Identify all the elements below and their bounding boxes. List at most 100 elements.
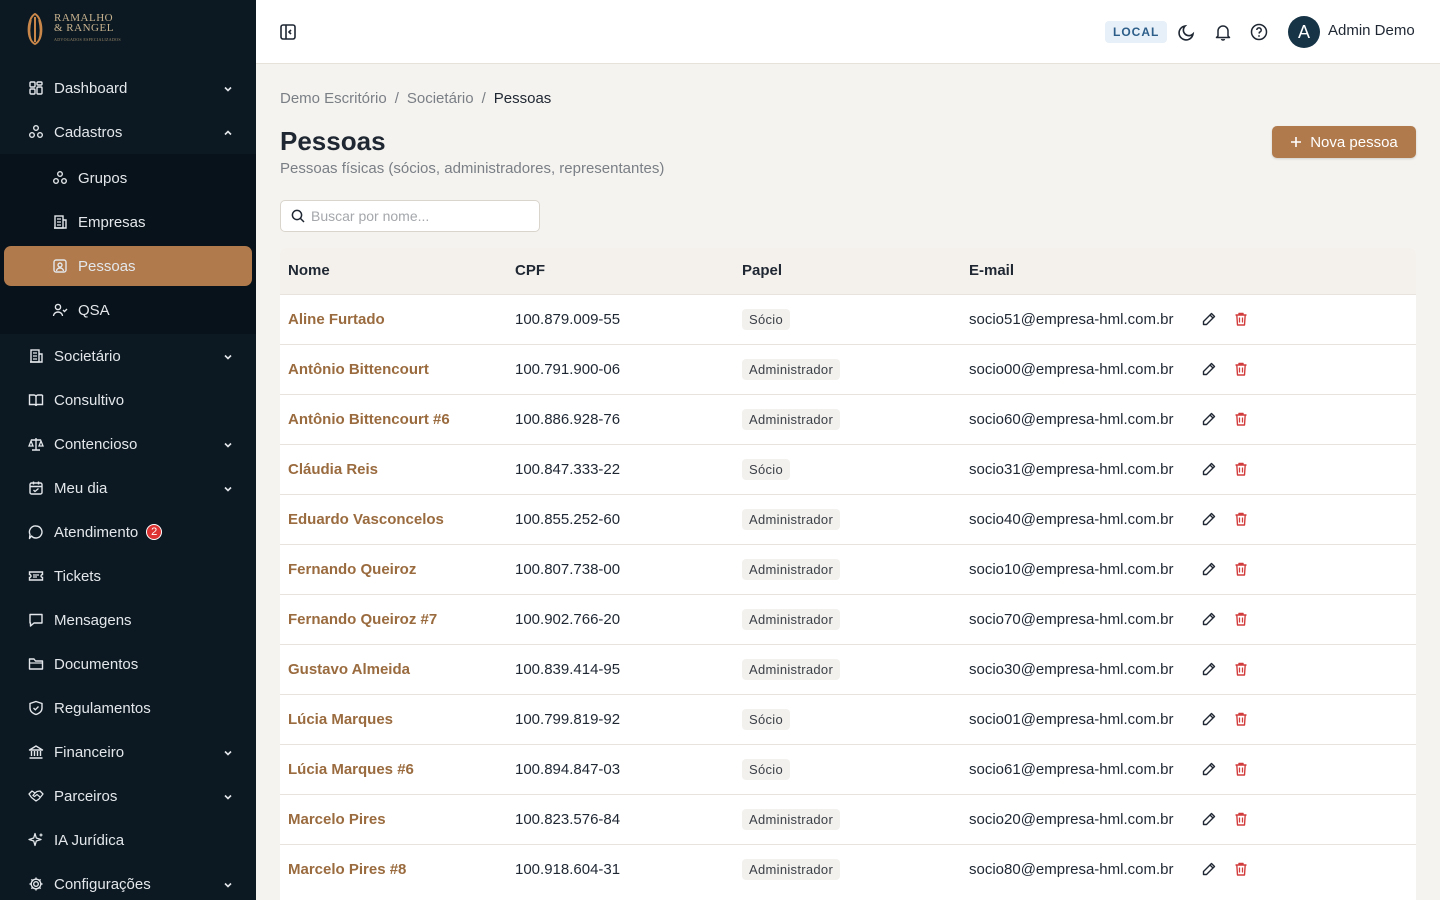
chevron-down-icon[interactable] [222, 482, 234, 494]
person-name-link[interactable]: Cláudia Reis [280, 444, 507, 494]
cpf-cell: 100.847.333-22 [515, 460, 621, 478]
breadcrumb-item[interactable]: Societário [407, 90, 474, 107]
person-name-link[interactable]: Fernando Queiroz [280, 544, 507, 594]
chevron-down-icon[interactable] [222, 746, 234, 758]
table-header-row: Nome CPF Papel E-mail [280, 248, 1416, 294]
delete-icon[interactable] [1233, 511, 1249, 527]
edit-icon[interactable] [1201, 511, 1217, 527]
edit-icon[interactable] [1201, 461, 1217, 477]
dark-mode-icon[interactable] [1177, 22, 1197, 42]
avatar[interactable]: A [1288, 16, 1320, 48]
sidebar-item-meu-dia[interactable]: Meu dia [0, 466, 256, 510]
sidebar-item-consultivo[interactable]: Consultivo [0, 378, 256, 422]
sidebar-item-tickets[interactable]: Tickets [0, 554, 256, 598]
person-name-link[interactable]: Marcelo Pires #8 [280, 844, 507, 894]
column-header-email[interactable]: E-mail [961, 248, 1193, 294]
person-name-link[interactable]: Antônio Bittencourt [280, 344, 507, 394]
sidebar-item-societario[interactable]: Societário [0, 334, 256, 378]
sidebar-subitem-empresas[interactable]: Empresas [0, 200, 256, 244]
edit-icon[interactable] [1201, 311, 1217, 327]
sidebar-item-dashboard[interactable]: Dashboard [0, 66, 256, 110]
sidebar-item-label: Parceiros [54, 787, 118, 805]
search-box[interactable] [280, 200, 540, 232]
page-title: Pessoas [280, 126, 386, 156]
sidebar-item-cadastros[interactable]: Cadastros [0, 110, 256, 154]
person-name-link[interactable]: Antônio Bittencourt #6 [280, 394, 507, 444]
role-cell: Administrador [734, 644, 961, 694]
delete-icon[interactable] [1233, 661, 1249, 677]
delete-icon[interactable] [1233, 361, 1249, 377]
edit-icon[interactable] [1201, 761, 1217, 777]
column-header-nome[interactable]: Nome [280, 248, 507, 294]
cpf-cell: 100.791.900-06 [515, 360, 621, 378]
cpf-cell: 100.839.414-95 [515, 660, 621, 678]
delete-icon[interactable] [1233, 761, 1249, 777]
sidebar-item-parceiros[interactable]: Parceiros [0, 774, 256, 818]
notification-badge: 2 [146, 524, 163, 540]
delete-icon[interactable] [1233, 711, 1249, 727]
edit-icon[interactable] [1201, 561, 1217, 577]
actions-cell [1193, 494, 1416, 544]
sidebar-item-regulamentos[interactable]: Regulamentos [0, 686, 256, 730]
ticket-icon [28, 568, 44, 584]
cpf-cell: 100.886.928-76 [515, 410, 621, 428]
sidebar-subitem-qsa[interactable]: QSA [0, 288, 256, 332]
role-cell: Administrador [734, 494, 961, 544]
edit-icon[interactable] [1201, 661, 1217, 677]
table-row: Fernando Queiroz #7 100.902.766-20 Adminis… [280, 594, 1416, 644]
search-input[interactable] [311, 208, 531, 224]
delete-icon[interactable] [1233, 861, 1249, 877]
edit-icon[interactable] [1201, 361, 1217, 377]
delete-icon[interactable] [1233, 611, 1249, 627]
delete-icon[interactable] [1233, 561, 1249, 577]
delete-icon[interactable] [1233, 311, 1249, 327]
chevron-down-icon[interactable] [222, 438, 234, 450]
sidebar-item-financeiro[interactable]: Financeiro [0, 730, 256, 774]
person-name-link[interactable]: Fernando Queiroz #7 [280, 594, 507, 644]
help-icon[interactable] [1249, 22, 1269, 42]
edit-icon[interactable] [1201, 861, 1217, 877]
breadcrumb-item[interactable]: Demo Escritório [280, 90, 387, 107]
email-cell: socio30@empresa-hml.com.br [969, 660, 1174, 678]
chevron-up-icon[interactable] [222, 126, 234, 138]
column-header-cpf[interactable]: CPF [507, 248, 734, 294]
column-header-papel[interactable]: Papel [734, 248, 961, 294]
edit-icon[interactable] [1201, 711, 1217, 727]
new-person-button[interactable]: Nova pessoa [1272, 126, 1416, 158]
person-name-link[interactable]: Marcelo Pires [280, 794, 507, 844]
sidebar-subitem-grupos[interactable]: Grupos [0, 156, 256, 200]
delete-icon[interactable] [1233, 461, 1249, 477]
person-name-link[interactable]: Gustavo Almeida [280, 644, 507, 694]
sidebar-item-documentos[interactable]: Documentos [0, 642, 256, 686]
role-badge: Administrador [742, 858, 841, 880]
sidebar-item-ia-juridica[interactable]: IA Jurídica [0, 818, 256, 862]
actions-cell [1193, 694, 1416, 744]
delete-icon[interactable] [1233, 411, 1249, 427]
person-name-link[interactable]: Lúcia Marques #6 [280, 744, 507, 794]
person-name-link[interactable]: Aline Furtado [280, 294, 507, 344]
topbar: LOCAL A Admin Demo [256, 0, 1440, 64]
bell-icon[interactable] [1213, 22, 1233, 42]
table-row: Aline Furtado 100.879.009-55 Sócio socio51@… [280, 294, 1416, 344]
table-row: Fernando Queiroz 100.807.738-00 Administra… [280, 544, 1416, 594]
edit-icon[interactable] [1201, 411, 1217, 427]
chevron-down-icon[interactable] [222, 790, 234, 802]
brand-logo[interactable]: RAMALHO & RANGEL ADVOGADOS ESPECIALIZADO… [22, 12, 121, 46]
chevron-down-icon[interactable] [222, 82, 234, 94]
sidebar-item-contencioso[interactable]: Contencioso [0, 422, 256, 466]
table-row: Cláudia Reis 100.847.333-22 Sócio socio31@e… [280, 444, 1416, 494]
edit-icon[interactable] [1201, 811, 1217, 827]
user-name[interactable]: Admin Demo [1328, 22, 1415, 39]
table-row: Marcelo Pires 100.823.576-84 Administrador… [280, 794, 1416, 844]
sidebar-item-atendimento[interactable]: Atendimento 2 [0, 510, 256, 554]
person-name-link[interactable]: Lúcia Marques [280, 694, 507, 744]
person-name-link[interactable]: Eduardo Vasconcelos [280, 494, 507, 544]
sidebar-toggle-icon[interactable] [278, 22, 298, 42]
chevron-down-icon[interactable] [222, 350, 234, 362]
sidebar-item-configuracoes[interactable]: Configurações [0, 862, 256, 900]
chevron-down-icon[interactable] [222, 878, 234, 890]
delete-icon[interactable] [1233, 811, 1249, 827]
edit-icon[interactable] [1201, 611, 1217, 627]
sidebar-subitem-pessoas[interactable]: Pessoas [4, 246, 252, 286]
sidebar-item-mensagens[interactable]: Mensagens [0, 598, 256, 642]
